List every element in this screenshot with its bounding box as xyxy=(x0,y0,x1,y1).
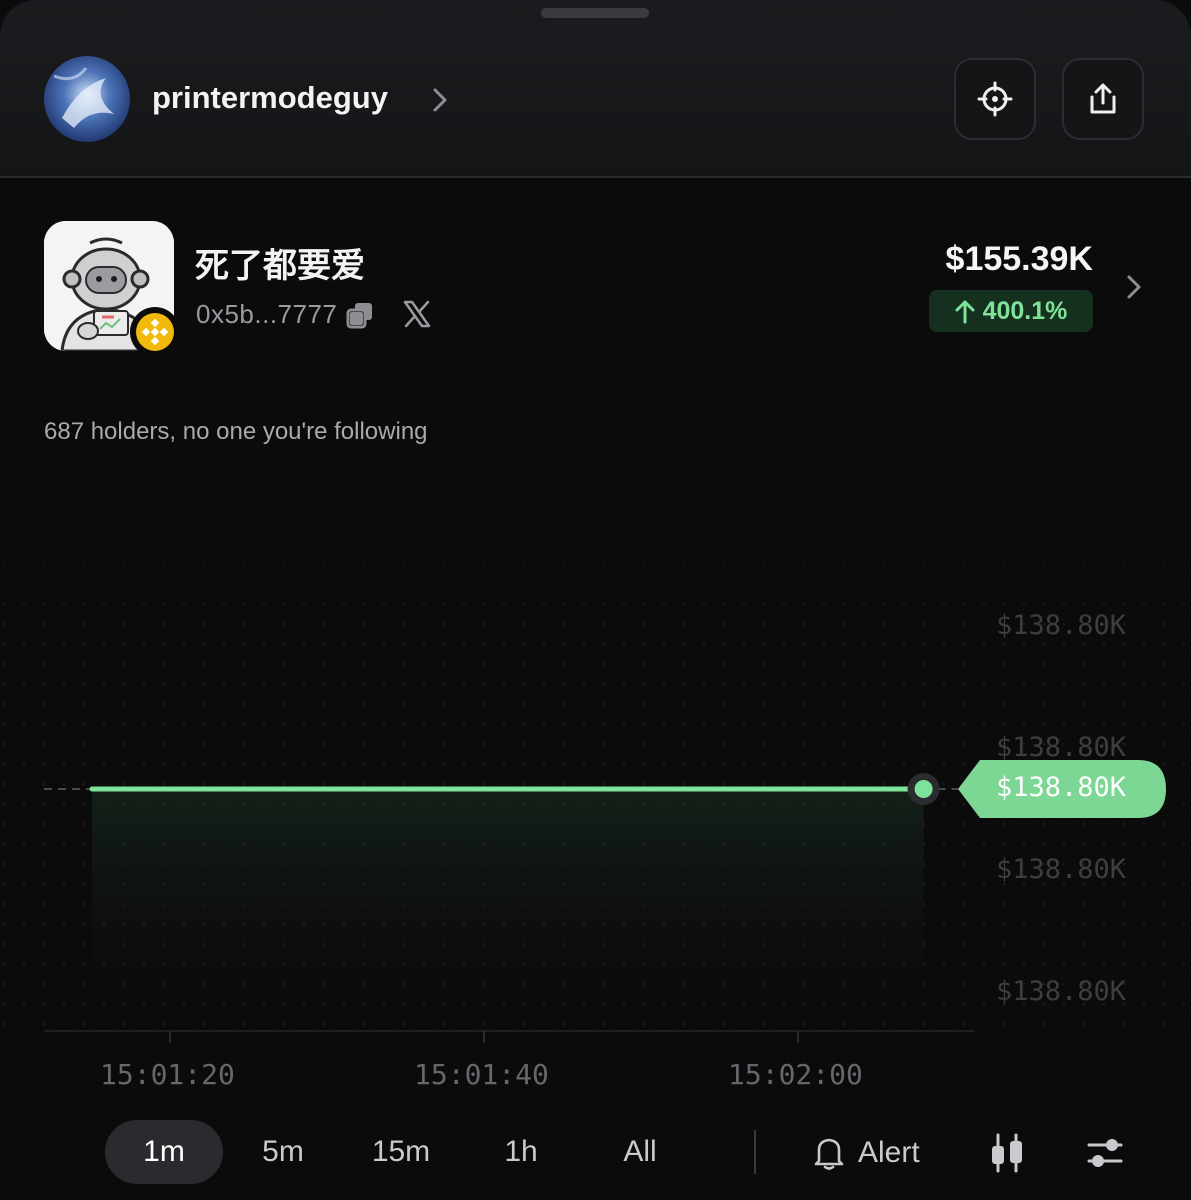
x-tick-label: 15:01:20 xyxy=(100,1058,235,1091)
alert-button[interactable]: Alert xyxy=(812,1128,920,1178)
timeframe-all[interactable]: All xyxy=(590,1120,690,1184)
current-point xyxy=(914,780,933,798)
current-price-label: $138.80K xyxy=(996,772,1127,803)
change-percent: 400.1% xyxy=(982,296,1068,325)
drag-handle[interactable] xyxy=(541,8,649,18)
controls-divider xyxy=(754,1130,756,1174)
chain-badge xyxy=(130,307,180,357)
copy-icon[interactable] xyxy=(346,301,374,329)
avatar[interactable] xyxy=(44,56,130,142)
sliders-icon[interactable] xyxy=(1086,1134,1124,1172)
timeframe-1m[interactable]: 1m xyxy=(105,1120,223,1184)
alert-label: Alert xyxy=(858,1136,920,1169)
arrow-up-icon xyxy=(955,300,975,324)
share-icon xyxy=(1090,83,1116,114)
timeframe-15m[interactable]: 15m xyxy=(348,1120,454,1184)
timeframe-1h[interactable]: 1h xyxy=(472,1120,570,1184)
y-tick-label: $138.80K xyxy=(996,610,1127,641)
y-tick-label: $138.80K xyxy=(996,732,1127,763)
crosshair-icon xyxy=(977,81,1013,117)
y-tick-label: $138.80K xyxy=(996,976,1127,1007)
x-tick-label: 15:02:00 xyxy=(728,1058,863,1091)
share-button[interactable] xyxy=(1062,58,1144,140)
bnb-icon xyxy=(136,313,174,351)
token-address[interactable]: 0x5b...7777 xyxy=(196,299,337,330)
candlestick-icon[interactable] xyxy=(988,1133,1026,1173)
timeframe-5m[interactable]: 5m xyxy=(232,1120,334,1184)
profile-header: printermodeguy xyxy=(0,0,1191,178)
bell-icon xyxy=(814,1138,844,1170)
x-tick-label: 15:01:40 xyxy=(414,1058,549,1091)
holders-text[interactable]: 687 holders, no one you're following xyxy=(44,418,428,446)
y-tick-label: $138.80K xyxy=(996,854,1127,885)
chevron-right-icon[interactable] xyxy=(428,84,452,116)
target-button[interactable] xyxy=(954,58,1036,140)
x-logo-icon[interactable] xyxy=(402,299,432,329)
chevron-right-icon[interactable] xyxy=(1122,270,1146,304)
token-name: 死了都要爱 xyxy=(195,246,365,286)
chart-area xyxy=(92,789,924,1031)
change-badge: 400.1% xyxy=(929,290,1093,332)
token-sheet: printermodeguy 死了都要爱 0x5b...7777 $155.39… xyxy=(0,0,1191,1200)
market-cap: $155.39K xyxy=(945,240,1093,278)
username[interactable]: printermodeguy xyxy=(152,80,388,116)
